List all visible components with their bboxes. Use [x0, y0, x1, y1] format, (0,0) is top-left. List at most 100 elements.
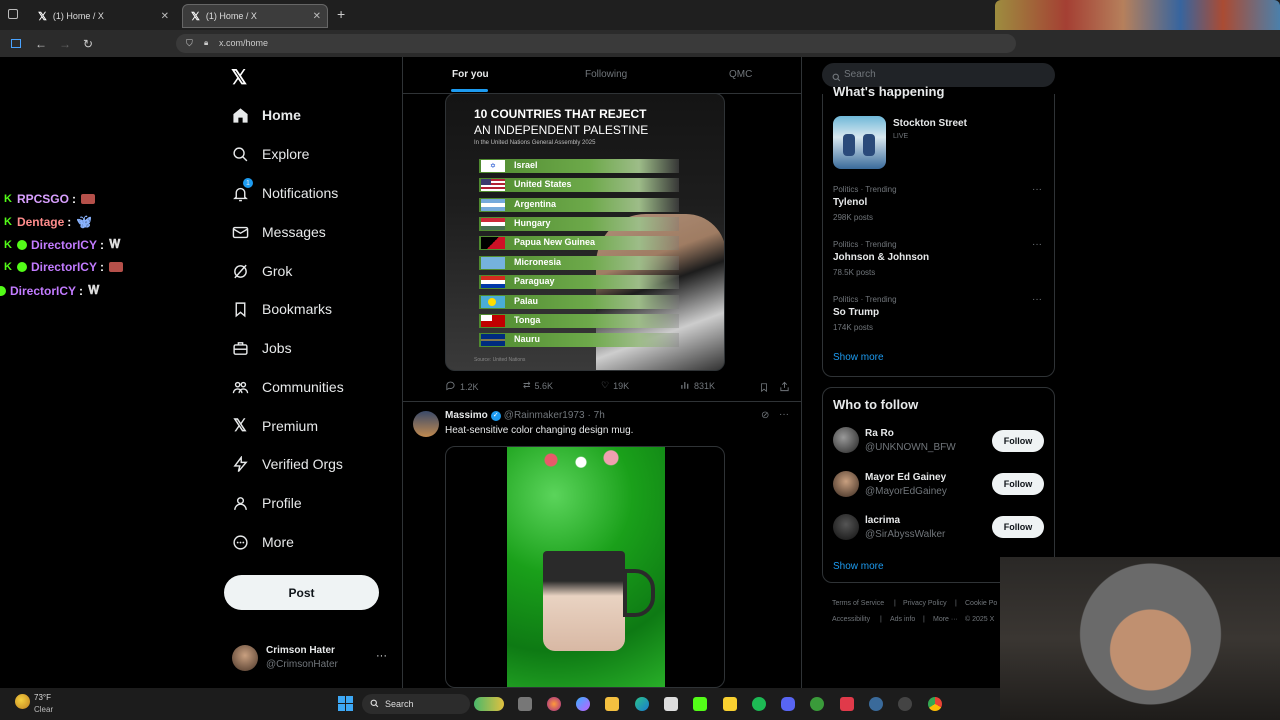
author-name[interactable]: Massimo — [445, 410, 488, 421]
browser-tab-active[interactable]: 𝕏 (1) Home / X ✕ — [182, 4, 328, 28]
views-button[interactable]: 831K — [680, 380, 715, 392]
close-tab-icon[interactable]: ✕ — [313, 11, 321, 22]
tab-actions-icon[interactable] — [8, 9, 18, 19]
live-thumbnail[interactable] — [833, 116, 886, 169]
sidebar-item-messages[interactable]: Messages — [231, 219, 326, 245]
reply-button[interactable]: 1.2K — [445, 380, 479, 393]
store-icon[interactable] — [664, 697, 678, 711]
infographic-title: AN INDEPENDENT PALESTINE — [474, 123, 649, 137]
video-frame — [507, 447, 665, 687]
author-handle[interactable]: @Rainmaker1973 — [504, 410, 585, 421]
task-view-icon[interactable] — [518, 697, 532, 711]
share-icon[interactable] — [779, 379, 790, 397]
url-field[interactable] — [176, 34, 1016, 53]
notes-icon[interactable] — [723, 697, 737, 711]
site-info-icon[interactable]: ⛉ — [186, 38, 193, 49]
grok-icon[interactable]: ⊘ — [761, 410, 769, 421]
trend-name[interactable]: Johnson & Johnson — [833, 252, 929, 263]
like-button[interactable]: ♡ 19K — [601, 380, 629, 391]
copilot-icon[interactable] — [576, 697, 590, 711]
more-dots-icon[interactable]: ··· — [376, 650, 387, 662]
suggestion-name[interactable]: lacrima — [865, 515, 900, 526]
avatar[interactable] — [413, 411, 439, 437]
suggestion-name[interactable]: Ra Ro — [865, 428, 894, 439]
firefox-icon[interactable] — [547, 697, 561, 711]
verified-badge-icon — [16, 239, 27, 250]
suggestion-handle: @SirAbyssWalker — [865, 529, 946, 540]
footer-link[interactable]: More ··· — [933, 616, 958, 623]
more-dots-icon[interactable]: ··· — [1032, 184, 1042, 195]
avatar[interactable] — [833, 471, 859, 497]
follow-button[interactable]: Follow — [992, 473, 1044, 495]
sidebar-item-notifications[interactable]: 1 Notifications — [231, 178, 338, 206]
sidebar-item-premium[interactable]: 𝕏 Premium — [231, 413, 318, 439]
trend-name[interactable]: Tylenol — [833, 197, 867, 208]
xbox-icon[interactable] — [810, 697, 824, 711]
bookmark-icon[interactable] — [759, 380, 769, 398]
sidebar-item-explore[interactable]: Explore — [231, 141, 309, 167]
more-dots-icon[interactable]: ··· — [1032, 294, 1042, 305]
chat-username: Dentage — [16, 215, 65, 229]
sidebar-item-bookmarks[interactable]: Bookmarks — [231, 296, 332, 322]
avatar[interactable] — [833, 514, 859, 540]
kick-icon[interactable] — [693, 697, 707, 711]
footer-link[interactable]: Ads info — [890, 616, 915, 623]
obs-icon[interactable] — [898, 697, 912, 711]
sidebar-item-label: Home — [262, 107, 301, 123]
close-tab-icon[interactable]: ✕ — [161, 11, 169, 22]
back-icon[interactable]: ← — [35, 37, 47, 51]
chrome-icon[interactable] — [928, 697, 942, 711]
sidebar-item-more[interactable]: More — [231, 529, 294, 555]
post-media[interactable] — [445, 446, 725, 688]
tab-for-you[interactable]: For you — [452, 69, 489, 80]
sidebar-item-verified-orgs[interactable]: Verified Orgs — [231, 451, 343, 477]
windows-start-icon[interactable] — [338, 696, 353, 711]
sidebar-item-home[interactable]: Home — [231, 102, 301, 128]
more-dots-icon[interactable]: ··· — [779, 409, 789, 420]
trend-name[interactable]: So Trump — [833, 307, 879, 318]
file-explorer-icon[interactable] — [605, 697, 619, 711]
footer-link[interactable]: Accessibility — [832, 616, 870, 623]
repost-button[interactable]: ⇄ 5.6K — [523, 380, 553, 391]
show-more-link[interactable]: Show more — [833, 561, 884, 572]
weather-temp[interactable]: 73°F — [34, 693, 51, 702]
sidebar-item-label: Jobs — [262, 340, 292, 356]
sidebar-item-communities[interactable]: Communities — [231, 374, 344, 400]
follow-button[interactable]: Follow — [992, 516, 1044, 538]
sidebar-item-grok[interactable]: Grok — [231, 258, 292, 284]
country-name: Israel — [514, 160, 538, 170]
show-more-link[interactable]: Show more — [833, 352, 884, 363]
sidebar-toggle-icon[interactable] — [11, 39, 21, 48]
sidebar-item-profile[interactable]: Profile — [231, 490, 302, 516]
spotify-icon[interactable] — [752, 697, 766, 711]
weather-icon[interactable] — [15, 694, 30, 709]
verified-badge-icon — [16, 262, 27, 272]
account-switcher[interactable]: Crimson Hater @CrimsonHater ··· — [229, 640, 394, 676]
footer-link[interactable]: Privacy Policy — [903, 600, 947, 607]
browser-tab[interactable]: 𝕏 (1) Home / X ✕ — [30, 4, 175, 28]
steam-icon[interactable] — [869, 697, 883, 711]
more-dots-icon[interactable]: ··· — [1032, 239, 1042, 250]
x-logo-icon[interactable]: 𝕏 — [231, 65, 247, 90]
footer-link[interactable]: Cookie Po — [965, 600, 997, 607]
forward-icon[interactable]: → — [59, 37, 71, 51]
taskbar-search[interactable]: Search — [362, 694, 470, 714]
edge-icon[interactable] — [635, 697, 649, 711]
reload-icon[interactable]: ↻ — [83, 37, 93, 51]
post-button[interactable]: Post — [224, 575, 379, 610]
footer-link[interactable]: Terms of Service — [832, 600, 884, 607]
tab-qmc[interactable]: QMC — [729, 69, 752, 80]
trend-count: 298K posts — [833, 213, 874, 222]
search-icon — [231, 145, 249, 163]
sidebar-item-label: Bookmarks — [262, 301, 333, 317]
discord-icon[interactable] — [781, 697, 795, 711]
app-icon[interactable] — [840, 697, 854, 711]
widgets-icon[interactable] — [474, 697, 504, 711]
suggestion-name[interactable]: Mayor Ed Gainey — [865, 472, 946, 483]
live-name[interactable]: Stockton Street — [893, 118, 967, 129]
follow-button[interactable]: Follow — [992, 430, 1044, 452]
avatar[interactable] — [833, 427, 859, 453]
sidebar-item-jobs[interactable]: Jobs — [231, 335, 292, 361]
new-tab-icon[interactable]: + — [337, 6, 345, 22]
tab-following[interactable]: Following — [585, 69, 627, 80]
